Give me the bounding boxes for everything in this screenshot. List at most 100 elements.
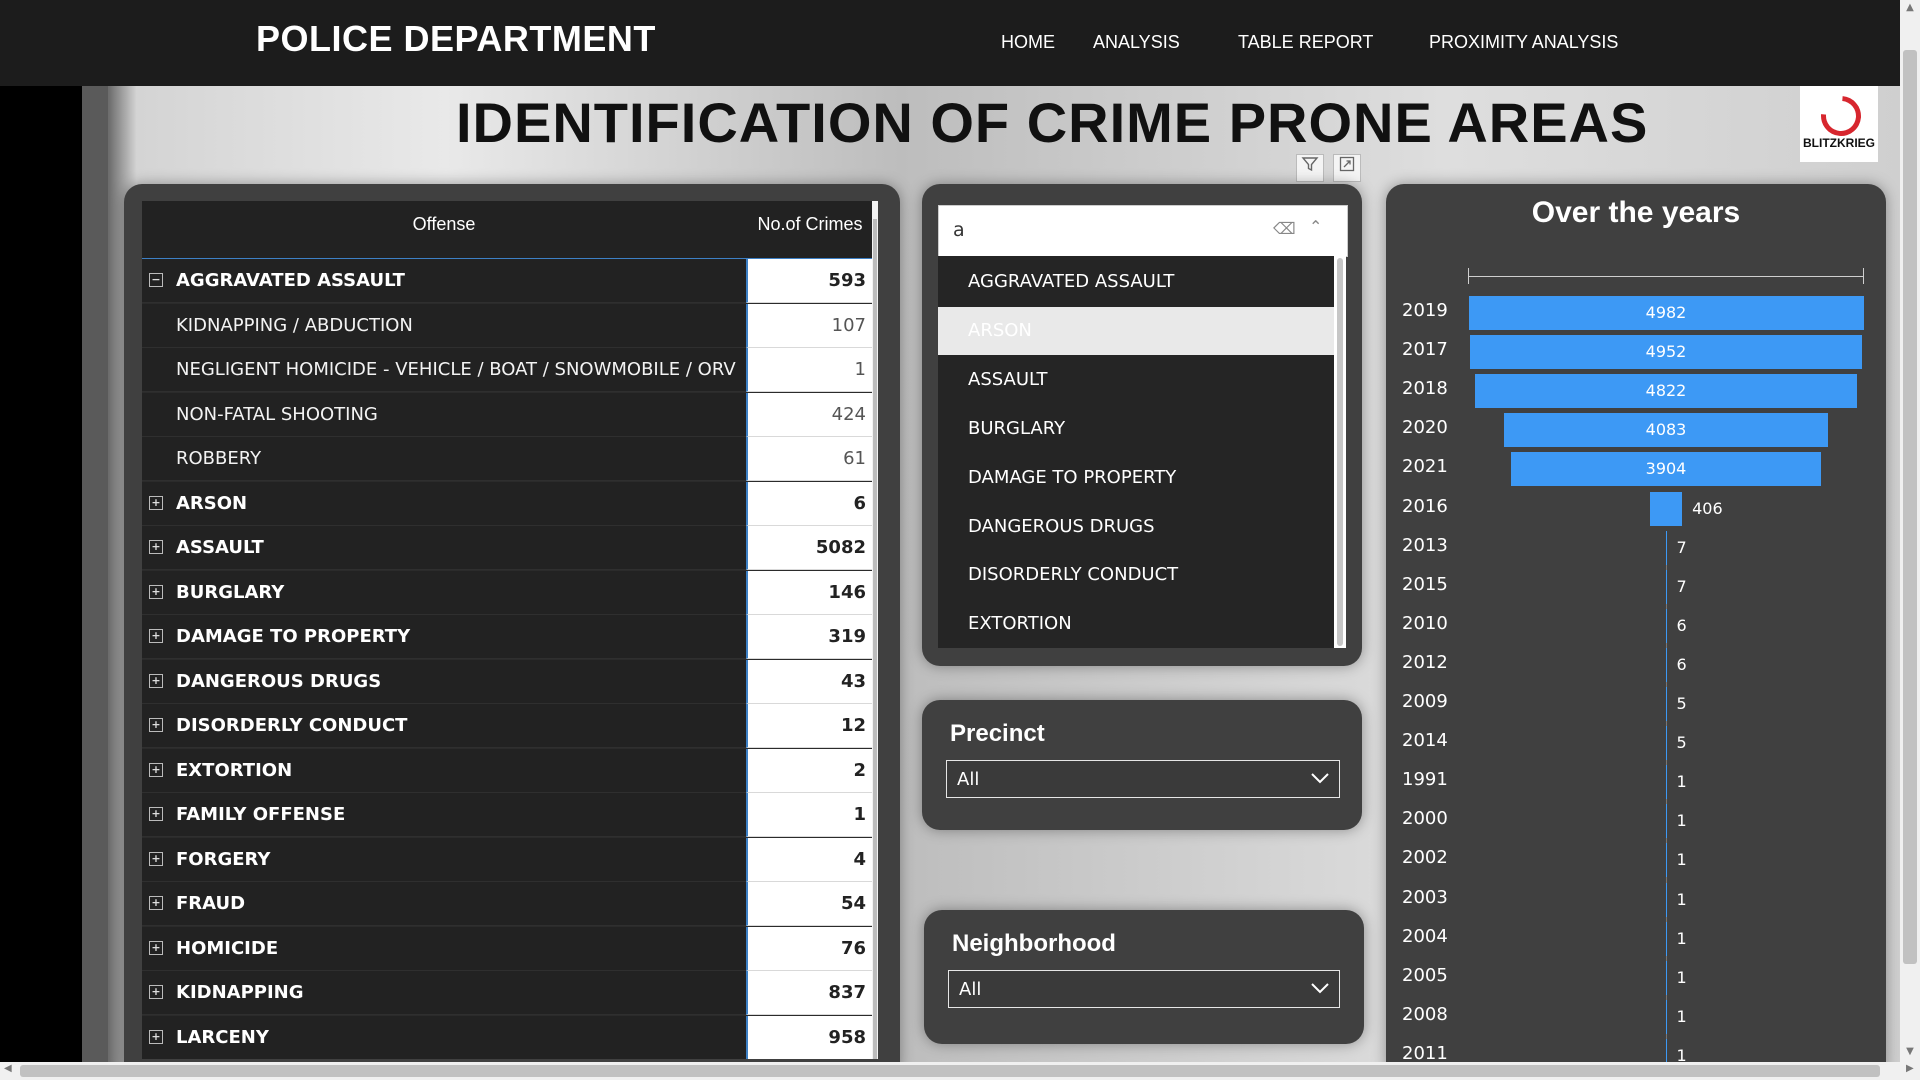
offense-cell[interactable]: KIDNAPPING / ABDUCTION	[142, 303, 746, 348]
neighborhood-dropdown[interactable]: All	[948, 970, 1340, 1008]
expand-icon[interactable]: +	[149, 629, 163, 643]
year-bar[interactable]	[1665, 882, 1667, 917]
offense-list-scrollbar[interactable]	[1334, 256, 1346, 648]
expand-icon[interactable]: +	[149, 718, 163, 732]
offense-list-item[interactable]: DAMAGE TO PROPERTY	[938, 454, 1334, 502]
expand-icon[interactable]: +	[149, 540, 163, 554]
offense-cell[interactable]: + KIDNAPPING	[142, 971, 746, 1015]
table-row[interactable]: + DANGEROUS DRUGS 43	[142, 659, 874, 704]
year-bar[interactable]	[1665, 608, 1667, 643]
offense-cell[interactable]: + FRAUD	[142, 882, 746, 926]
year-bar[interactable]	[1665, 804, 1667, 839]
focus-mode-icon[interactable]	[1333, 154, 1362, 182]
offense-cell[interactable]: + HOMICIDE	[142, 926, 746, 971]
offense-cell[interactable]: + ARSON	[142, 481, 746, 526]
nav-analysis[interactable]: ANALYSIS	[1093, 32, 1180, 53]
scroll-up-icon[interactable]: ▲	[1900, 2, 1920, 13]
year-bar[interactable]	[1665, 960, 1667, 995]
year-bar[interactable]	[1665, 569, 1667, 604]
chevron-up-icon[interactable]: ⌃	[1309, 217, 1322, 236]
table-row[interactable]: + DISORDERLY CONDUCT 12	[142, 704, 874, 748]
table-row[interactable]: + FRAUD 54	[142, 882, 874, 926]
offense-cell[interactable]: + BURGLARY	[142, 570, 746, 615]
year-bar[interactable]	[1665, 530, 1667, 565]
expand-icon[interactable]: +	[149, 896, 163, 910]
table-row[interactable]: + BURGLARY 146	[142, 570, 874, 615]
expand-icon[interactable]: +	[149, 762, 163, 777]
year-bar[interactable]	[1665, 726, 1667, 761]
offense-cell[interactable]: ROBBERY	[142, 437, 746, 481]
table-row[interactable]: + ARSON 6	[142, 481, 874, 526]
scroll-down-icon[interactable]: ▼	[1900, 1046, 1920, 1057]
nav-proximity-analysis[interactable]: PROXIMITY ANALYSIS	[1429, 32, 1618, 53]
year-bar[interactable]	[1665, 999, 1667, 1034]
page-horizontal-scrollbar[interactable]: ◀ ▶	[0, 1062, 1920, 1080]
expand-icon[interactable]: +	[149, 807, 163, 821]
table-row[interactable]: − AGGRAVATED ASSAULT 593	[142, 259, 874, 303]
page-vertical-scrollbar-thumb[interactable]	[1903, 50, 1917, 964]
year-bar[interactable]	[1665, 765, 1667, 800]
offense-search-input[interactable]: a ⌫ ⌃	[938, 205, 1348, 257]
filter-icon[interactable]	[1296, 154, 1324, 182]
offense-list-item[interactable]: ASSAULT	[938, 356, 1334, 404]
scroll-left-icon[interactable]: ◀	[4, 1063, 12, 1074]
offense-cell[interactable]: + FORGERY	[142, 837, 746, 882]
table-row[interactable]: NEGLIGENT HOMICIDE - VEHICLE / BOAT / SN…	[142, 348, 874, 392]
table-row[interactable]: KIDNAPPING / ABDUCTION 107	[142, 303, 874, 348]
year-bar[interactable]	[1665, 843, 1667, 878]
table-row[interactable]: + ASSAULT 5082	[142, 526, 874, 570]
year-bar[interactable]	[1649, 491, 1683, 526]
year-bar[interactable]	[1665, 1038, 1667, 1062]
table-row[interactable]: + FAMILY OFFENSE 1	[142, 793, 874, 837]
offense-list-item[interactable]: EXTORTION	[938, 600, 1334, 648]
table-row[interactable]: NON-FATAL SHOOTING 424	[142, 392, 874, 437]
table-scrollbar-thumb[interactable]	[873, 219, 877, 1059]
offense-cell[interactable]: NEGLIGENT HOMICIDE - VEHICLE / BOAT / SN…	[142, 348, 746, 392]
expand-icon[interactable]: +	[149, 673, 163, 688]
table-row[interactable]: + FORGERY 4	[142, 837, 874, 882]
offense-cell[interactable]: + LARCENY	[142, 1015, 746, 1059]
offense-list-scrollbar-thumb[interactable]	[1337, 258, 1343, 646]
column-header-offense[interactable]: Offense	[142, 201, 746, 258]
offense-cell[interactable]: − AGGRAVATED ASSAULT	[142, 259, 746, 303]
table-row[interactable]: + HOMICIDE 76	[142, 926, 874, 971]
year-bar[interactable]	[1665, 647, 1667, 682]
offense-cell[interactable]: + EXTORTION	[142, 748, 746, 793]
table-row[interactable]: + DAMAGE TO PROPERTY 319	[142, 615, 874, 659]
offense-cell[interactable]: + DAMAGE TO PROPERTY	[142, 615, 746, 659]
eraser-icon[interactable]: ⌫	[1273, 219, 1296, 238]
offense-list-item[interactable]: DANGEROUS DRUGS	[938, 503, 1334, 551]
offense-cell[interactable]: + FAMILY OFFENSE	[142, 793, 746, 837]
table-row[interactable]: + EXTORTION 2	[142, 748, 874, 793]
offense-list-item[interactable]: DISORDERLY CONDUCT	[938, 551, 1334, 599]
year-bar[interactable]	[1665, 921, 1667, 956]
table-row[interactable]: + KIDNAPPING 837	[142, 971, 874, 1015]
offense-cell[interactable]: + DANGEROUS DRUGS	[142, 659, 746, 704]
expand-icon[interactable]: +	[149, 1029, 163, 1044]
table-row[interactable]: ROBBERY 61	[142, 437, 874, 481]
offense-list-item[interactable]: ARSON	[938, 306, 1334, 355]
column-header-no-of-crimes[interactable]: No.of Crimes	[746, 201, 874, 258]
nav-table-report[interactable]: TABLE REPORT	[1238, 32, 1373, 53]
expand-icon[interactable]: +	[149, 584, 163, 599]
expand-icon[interactable]: +	[149, 985, 163, 999]
offense-cell[interactable]: NON-FATAL SHOOTING	[142, 392, 746, 437]
expand-icon[interactable]: +	[149, 940, 163, 955]
expand-icon[interactable]: +	[149, 495, 163, 510]
table-scrollbar[interactable]	[872, 201, 878, 1059]
scroll-right-icon[interactable]: ▶	[1906, 1063, 1914, 1074]
search-text[interactable]: a	[953, 219, 965, 241]
nav-home[interactable]: HOME	[1001, 32, 1055, 53]
collapse-icon[interactable]: −	[149, 273, 163, 287]
page-horizontal-scrollbar-thumb[interactable]	[20, 1065, 1880, 1077]
year-bar[interactable]	[1665, 687, 1667, 721]
expand-icon[interactable]: +	[149, 851, 163, 866]
offense-cell[interactable]: + ASSAULT	[142, 526, 746, 570]
offense-list-item[interactable]: AGGRAVATED ASSAULT	[938, 258, 1334, 306]
offense-cell[interactable]: + DISORDERLY CONDUCT	[142, 704, 746, 748]
precinct-dropdown[interactable]: All	[946, 760, 1340, 798]
page-vertical-scrollbar[interactable]: ▲ ▼	[1900, 0, 1920, 1062]
offense-list-item[interactable]: BURGLARY	[938, 405, 1334, 453]
bar-value-label: 406	[1692, 498, 1723, 518]
table-row[interactable]: + LARCENY 958	[142, 1015, 874, 1059]
